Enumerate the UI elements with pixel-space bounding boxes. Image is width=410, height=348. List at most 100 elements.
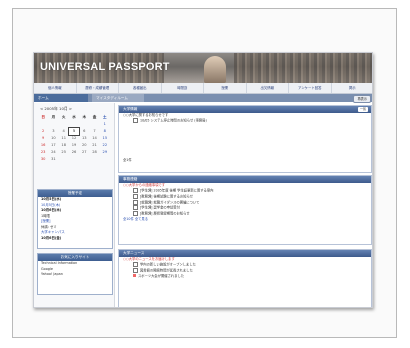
nav-item-notices[interactable]: 掲示 xyxy=(332,83,373,93)
calendar-day[interactable]: 14 xyxy=(89,135,99,142)
favorites-box: お気に入りサイト Technical Information Google Ya… xyxy=(37,253,113,295)
calendar-day[interactable]: 2 xyxy=(38,128,48,135)
notice-text: [学生課] 2005年度 後期 学生証更新に関する案内 xyxy=(140,188,214,193)
weekday-label: 土 xyxy=(103,115,107,119)
calendar-day[interactable]: 21 xyxy=(89,142,99,149)
weekday-label: 水 xyxy=(72,115,76,119)
calendar-empty xyxy=(48,121,58,128)
tab-bar: ホーム マイスタディルーム 再表示 xyxy=(34,94,372,103)
calendar-day[interactable]: 18 xyxy=(59,142,69,149)
checkbox-icon[interactable] xyxy=(133,205,138,211)
news-text: 図書館の開館時間が延長されました xyxy=(140,268,193,273)
checkbox-icon[interactable] xyxy=(133,211,138,217)
calendar-empty xyxy=(79,121,89,128)
tab-my-study-room[interactable]: マイスタディルーム xyxy=(92,94,144,102)
notice-text: [就職課] 就職ガイダンスの開催について xyxy=(140,200,200,205)
calendar-week: 23 24 25 26 27 28 29 xyxy=(38,149,110,156)
university-news-header: 大学ニュース xyxy=(119,250,371,257)
calendar-day[interactable]: 31 xyxy=(48,156,58,163)
favorites-title: お気に入りサイト xyxy=(38,254,112,261)
calendar-week: 9 10 11 12 13 14 15 xyxy=(38,135,110,142)
calendar-day[interactable]: 6 xyxy=(79,128,89,135)
calendar-empty xyxy=(100,156,110,163)
calendar-day[interactable]: 8 xyxy=(100,128,110,135)
nav-item-survey[interactable]: アンケート回答 xyxy=(289,83,332,93)
calendar-empty xyxy=(59,156,69,163)
calendar: 日 月 火 水 木 金 土 1 2 3 4 5 6 7 8 9 10 11 12 13 14 15 16 17 1… xyxy=(38,114,110,163)
office-notice-section: 事務連絡 ○○大学からの連絡事項です [学生課] 2005年度 後期 学生証更新… xyxy=(118,175,372,245)
calendar-day[interactable]: 9 xyxy=(38,135,48,142)
new-badge-icon xyxy=(133,274,136,278)
calendar-empty xyxy=(69,121,79,128)
main-nav: 個人情報 履修・成績管理 各種届出 時間割 授業 出欠情報 アンケート回答 掲示 xyxy=(34,83,373,94)
calendar-empty xyxy=(79,156,89,163)
notice-text: [学生課] 奨学金の申請受付 xyxy=(140,205,180,210)
weekday-label: 金 xyxy=(92,115,97,119)
checkbox-icon[interactable] xyxy=(133,199,138,205)
checkbox-icon[interactable] xyxy=(133,193,138,199)
calendar-day[interactable]: 19 xyxy=(69,142,79,149)
left-sidebar: < 2005年 10月 > 日 月 火 水 木 金 土 1 2 3 4 5 6 7 8 9 10 1… xyxy=(34,103,115,307)
calendar-day[interactable]: 13 xyxy=(79,135,89,142)
notice-text: [教務課] 履修登録期間のお知らせ xyxy=(140,211,190,216)
calendar-day[interactable]: 29 xyxy=(100,149,110,156)
calendar-day[interactable]: 16 xyxy=(38,142,48,149)
nav-item-timetable[interactable]: 時間割 xyxy=(162,83,204,93)
calendar-day[interactable]: 20 xyxy=(79,142,89,149)
calendar-day[interactable]: 11 xyxy=(59,135,69,142)
nav-item-classes[interactable]: 授業 xyxy=(204,83,247,93)
tab-home[interactable]: ホーム xyxy=(34,94,88,102)
calendar-day[interactable]: 3 xyxy=(48,128,58,135)
calendar-day[interactable]: 26 xyxy=(69,149,79,156)
calendar-day[interactable]: 12 xyxy=(69,135,79,142)
calendar-day[interactable]: 17 xyxy=(48,142,58,149)
calendar-empty xyxy=(59,121,69,128)
calendar-empty xyxy=(89,156,99,163)
favorite-link[interactable]: Yahoo! Japan xyxy=(38,272,112,278)
university-news-section: 大学ニュース ○○大学のニュースをお届けします 学内の新しい施設がオープンしまし… xyxy=(118,249,372,307)
calendar-day[interactable]: 1 xyxy=(100,121,110,128)
class-schedule-box: 授業予定 10月5日(水) 10月5日(木) 10月6日(木) 1時限 [授業]… xyxy=(37,189,113,249)
person-photo xyxy=(204,56,226,83)
calendar-day[interactable]: 7 xyxy=(89,128,99,135)
weekday-label: 火 xyxy=(61,115,66,119)
calendar-day[interactable]: 24 xyxy=(48,149,58,156)
calendar-empty xyxy=(69,156,79,163)
notice-text: [教務課] 後期試験に関するお知らせ xyxy=(140,194,194,199)
nav-item-forms[interactable]: 各種届出 xyxy=(119,83,162,93)
passport-window: UNIVERSAL PASSPORT 個人情報 履修・成績管理 各種届出 時間割… xyxy=(33,52,373,308)
calendar-day[interactable]: 23 xyxy=(38,149,48,156)
calendar-week: 1 xyxy=(38,121,110,128)
news-item[interactable]: スポーツ大会が開催されました xyxy=(119,274,371,279)
calendar-day[interactable]: 5 xyxy=(67,127,81,136)
class-schedule-title: 授業予定 xyxy=(38,190,112,197)
university-info-section: 大学情報 一覧 ○○大学に関するお知らせです 10/05 システム停止時間のお知ら… xyxy=(118,105,372,173)
nav-item-grades[interactable]: 履修・成績管理 xyxy=(77,83,119,93)
checkbox-icon[interactable] xyxy=(133,118,138,124)
checkbox-icon[interactable] xyxy=(133,262,138,268)
news-text: スポーツ大会が開催されました xyxy=(138,273,185,278)
calendar-week: 2345678 xyxy=(38,127,110,136)
office-notice-header: 事務連絡 xyxy=(119,176,371,183)
section-count: 全1件 xyxy=(123,157,132,162)
nav-item-attendance[interactable]: 出欠情報 xyxy=(247,83,289,93)
refresh-button[interactable]: 再表示 xyxy=(353,95,371,103)
calendar-day[interactable]: 22 xyxy=(100,142,110,149)
nav-item-personal[interactable]: 個人情報 xyxy=(34,83,77,93)
calendar-day[interactable]: 15 xyxy=(100,135,110,142)
show-all-link[interactable]: 全10件 全て見る xyxy=(119,217,371,222)
calendar-title[interactable]: < 2005年 10月 > xyxy=(40,106,72,112)
schedule-line: 10月6日(金) xyxy=(41,235,62,240)
weekday-label: 木 xyxy=(82,115,87,119)
calendar-day[interactable]: 30 xyxy=(38,156,48,163)
header-banner: UNIVERSAL PASSPORT xyxy=(34,53,372,83)
calendar-day[interactable]: 10 xyxy=(48,135,58,142)
checkbox-icon[interactable] xyxy=(133,267,138,273)
calendar-day[interactable]: 4 xyxy=(59,128,69,135)
calendar-day[interactable]: 25 xyxy=(59,149,69,156)
list-button[interactable]: 一覧 xyxy=(357,107,368,112)
calendar-week: 30 31 xyxy=(38,156,110,163)
calendar-day[interactable]: 27 xyxy=(79,149,89,156)
checkbox-icon[interactable] xyxy=(133,188,138,194)
calendar-day[interactable]: 28 xyxy=(89,149,99,156)
